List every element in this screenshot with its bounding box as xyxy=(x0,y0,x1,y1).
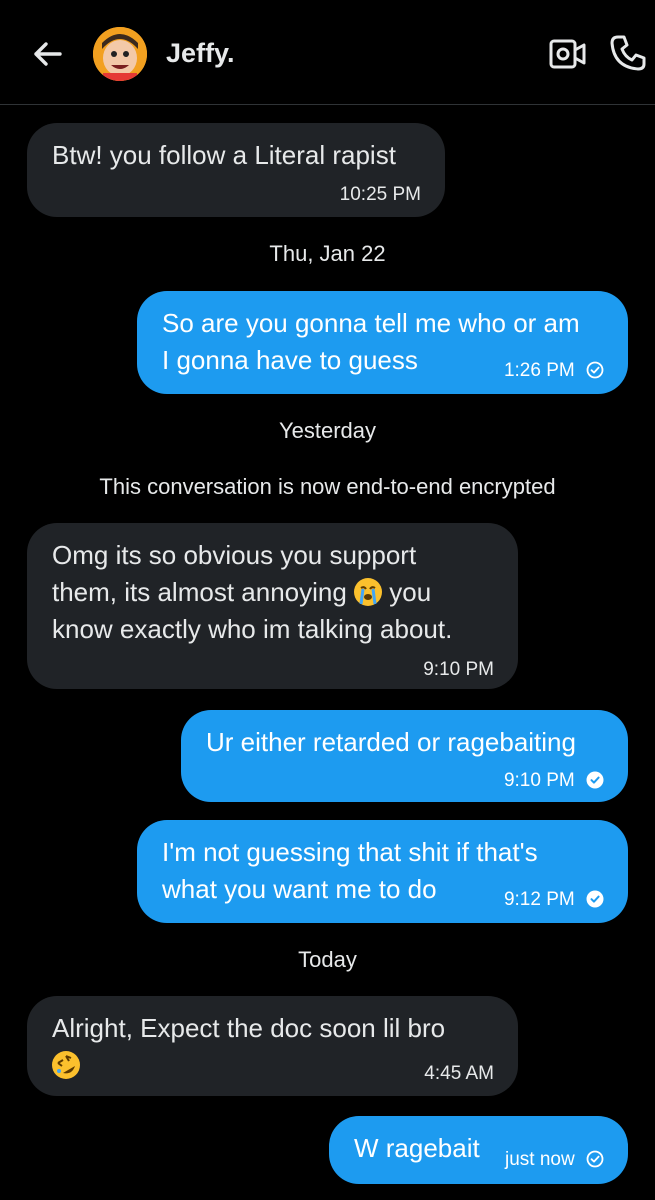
message-timestamp-row: just now xyxy=(505,1141,604,1178)
message-text: Ur either retarded or ragebaiting xyxy=(206,727,576,757)
avatar[interactable] xyxy=(93,27,147,81)
video-call-button[interactable] xyxy=(549,37,587,71)
message-timestamp: 10:25 PM xyxy=(339,184,421,205)
message-timestamp: 9:10 PM xyxy=(423,659,494,680)
message-timestamp-row: 9:12 PM xyxy=(504,881,604,918)
encryption-notice: This conversation is now end-to-end encr… xyxy=(99,474,556,499)
message-bubble-received[interactable]: Btw! you follow a Literal rapist 10:25 P… xyxy=(27,123,445,217)
conversation-header: Jeffy. xyxy=(0,0,655,105)
date-divider: Thu, Jan 22 xyxy=(269,241,386,266)
check-circle-icon xyxy=(586,361,604,379)
message-timestamp-row: 9:10 PM xyxy=(504,762,604,799)
phone-icon xyxy=(610,35,646,71)
back-button[interactable] xyxy=(30,36,66,72)
message-bubble-sent[interactable]: Ur either retarded or ragebaiting 9:10 P… xyxy=(181,710,628,802)
loudly-crying-face-icon xyxy=(354,578,383,606)
message-bubble-sent[interactable]: I'm not guessing that shit if that's wha… xyxy=(137,820,628,923)
message-timestamp: just now xyxy=(505,1149,575,1170)
message-bubble-sent[interactable]: So are you gonna tell me who or am I gon… xyxy=(137,291,628,394)
contact-name[interactable]: Jeffy. xyxy=(166,38,235,69)
message-timestamp: 1:26 PM xyxy=(503,360,575,381)
message-text: Alright, Expect the doc soon lil bro xyxy=(52,1013,446,1043)
message-bubble-sent[interactable]: W ragebait just now xyxy=(329,1116,628,1184)
message-text: Btw! you follow a Literal rapist xyxy=(52,140,396,170)
check-circle-filled-icon xyxy=(586,771,604,789)
message-text: Omg its so obvious you support them, its… xyxy=(52,537,494,648)
message-timestamp: 9:12 PM xyxy=(503,889,575,910)
message-bubble-received[interactable]: Omg its so obvious you support them, its… xyxy=(27,523,518,689)
message-timestamp: 9:10 PM xyxy=(503,770,575,791)
check-circle-icon xyxy=(586,1150,604,1168)
message-timestamp-row: 1:26 PM xyxy=(504,352,604,389)
rolling-on-floor-laughing-icon xyxy=(52,1051,80,1079)
date-divider: Yesterday xyxy=(278,418,377,443)
avatar-image xyxy=(93,27,147,81)
message-timestamp: 4:45 AM xyxy=(424,1063,494,1084)
voice-call-button[interactable] xyxy=(609,34,647,72)
check-circle-filled-icon xyxy=(586,890,604,908)
arrow-left-icon xyxy=(34,42,62,66)
message-bubble-received[interactable]: Alright, Expect the doc soon lil bro 4:4… xyxy=(27,996,518,1096)
date-divider: Today xyxy=(298,947,357,972)
video-call-icon xyxy=(549,39,586,69)
